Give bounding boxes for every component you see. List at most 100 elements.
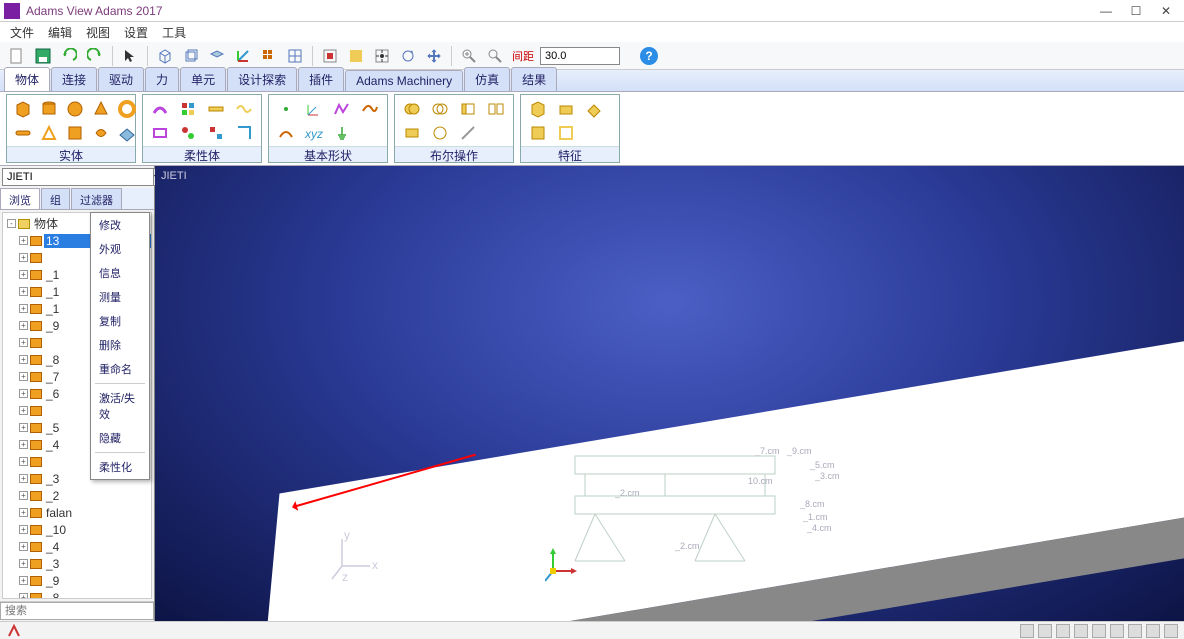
cm-measure[interactable]: 测量 xyxy=(91,285,149,309)
cm-delete[interactable]: 删除 xyxy=(91,333,149,357)
expand-icon[interactable]: + xyxy=(19,440,28,449)
rotate-icon[interactable] xyxy=(397,45,419,67)
feat2-icon[interactable] xyxy=(555,98,577,120)
menu-settings[interactable]: 设置 xyxy=(118,23,154,42)
menu-file[interactable]: 文件 xyxy=(4,23,40,42)
expand-icon[interactable]: + xyxy=(19,389,28,398)
select-icon[interactable] xyxy=(119,45,141,67)
prism-icon[interactable] xyxy=(39,122,59,144)
flex1-icon[interactable] xyxy=(149,98,171,120)
fit-icon[interactable] xyxy=(319,45,341,67)
chain-icon[interactable] xyxy=(457,122,479,144)
expand-icon[interactable]: + xyxy=(19,253,28,262)
sphere-icon[interactable] xyxy=(65,98,85,120)
close-button[interactable]: ✕ xyxy=(1160,5,1172,17)
tab-connectors[interactable]: 连接 xyxy=(51,67,97,91)
save-icon[interactable] xyxy=(32,45,54,67)
feat5-icon[interactable] xyxy=(555,122,577,144)
new-icon[interactable] xyxy=(6,45,28,67)
feat3-icon[interactable] xyxy=(583,98,605,120)
polyline-icon[interactable] xyxy=(331,98,353,120)
cm-rename[interactable]: 重命名 xyxy=(91,357,149,381)
expand-icon[interactable]: + xyxy=(19,406,28,415)
center-icon[interactable] xyxy=(371,45,393,67)
expand-icon[interactable]: + xyxy=(19,338,28,347)
intersect-icon[interactable] xyxy=(429,98,451,120)
tab-filters[interactable]: 过滤器 xyxy=(71,188,122,209)
status-icon[interactable] xyxy=(1038,624,1052,638)
help-icon[interactable]: ? xyxy=(640,47,658,65)
tab-motions[interactable]: 驱动 xyxy=(98,67,144,91)
cm-activate[interactable]: 激活/失效 xyxy=(91,386,149,426)
status-icon[interactable] xyxy=(1110,624,1124,638)
cm-hide[interactable]: 隐藏 xyxy=(91,426,149,450)
cm-appearance[interactable]: 外观 xyxy=(91,237,149,261)
minimize-button[interactable]: — xyxy=(1100,5,1112,17)
flex8-icon[interactable] xyxy=(233,122,255,144)
expand-icon[interactable]: + xyxy=(19,457,28,466)
cube2-icon[interactable] xyxy=(180,45,202,67)
status-icon[interactable] xyxy=(1074,624,1088,638)
expand-icon[interactable]: + xyxy=(19,287,28,296)
tree-item[interactable]: +falan xyxy=(3,504,151,521)
expand-icon[interactable]: - xyxy=(7,219,16,228)
render-icon[interactable] xyxy=(345,45,367,67)
status-icon[interactable] xyxy=(1056,624,1070,638)
cube3-icon[interactable] xyxy=(206,45,228,67)
tab-forces[interactable]: 力 xyxy=(145,67,179,91)
zoom-icon[interactable] xyxy=(484,45,506,67)
status-icon[interactable] xyxy=(1092,624,1106,638)
status-icon[interactable] xyxy=(1164,624,1178,638)
revolve-icon[interactable] xyxy=(91,122,111,144)
status-icon[interactable] xyxy=(1020,624,1034,638)
expand-icon[interactable]: + xyxy=(19,321,28,330)
cm-flexible[interactable]: 柔性化 xyxy=(91,455,149,479)
merge-icon[interactable] xyxy=(401,122,423,144)
tab-design[interactable]: 设计探索 xyxy=(227,67,297,91)
tab-simulation[interactable]: 仿真 xyxy=(464,67,510,91)
spline-icon[interactable] xyxy=(359,98,381,120)
expand-icon[interactable]: + xyxy=(19,508,28,517)
link-icon[interactable] xyxy=(13,122,33,144)
wireframe-icon[interactable] xyxy=(284,45,306,67)
model-name-input[interactable] xyxy=(2,168,154,186)
status-icon[interactable] xyxy=(1146,624,1160,638)
tab-browse[interactable]: 浏览 xyxy=(0,188,40,209)
flex6-icon[interactable] xyxy=(177,122,199,144)
tab-machinery[interactable]: Adams Machinery xyxy=(345,70,463,91)
xyz-icon[interactable]: xyz xyxy=(303,122,325,144)
expand-icon[interactable]: + xyxy=(19,270,28,279)
cut-icon[interactable] xyxy=(429,122,451,144)
plate-icon[interactable] xyxy=(117,122,137,144)
subtract-icon[interactable] xyxy=(457,98,479,120)
flex4-icon[interactable] xyxy=(233,98,255,120)
expand-icon[interactable]: + xyxy=(19,542,28,551)
expand-icon[interactable]: + xyxy=(19,355,28,364)
zoom-in-icon[interactable] xyxy=(458,45,480,67)
maximize-button[interactable]: ☐ xyxy=(1130,5,1142,17)
distance-input[interactable] xyxy=(540,47,620,65)
marker-icon[interactable] xyxy=(303,98,325,120)
feat4-icon[interactable] xyxy=(527,122,549,144)
tab-groups[interactable]: 组 xyxy=(41,188,70,209)
expand-icon[interactable]: + xyxy=(19,474,28,483)
cm-copy[interactable]: 复制 xyxy=(91,309,149,333)
flex2-icon[interactable] xyxy=(177,98,199,120)
tree-item[interactable]: +_10 xyxy=(3,521,151,538)
tree-item[interactable]: +_8 xyxy=(3,589,151,599)
cone-icon[interactable] xyxy=(91,98,111,120)
union-icon[interactable] xyxy=(401,98,423,120)
menu-tools[interactable]: 工具 xyxy=(156,23,192,42)
expand-icon[interactable]: + xyxy=(19,593,28,599)
pan-icon[interactable] xyxy=(423,45,445,67)
torus-icon[interactable] xyxy=(117,98,137,120)
expand-icon[interactable]: + xyxy=(19,559,28,568)
feat1-icon[interactable] xyxy=(527,98,549,120)
search-input[interactable] xyxy=(0,602,154,620)
ground-icon[interactable] xyxy=(331,122,353,144)
expand-icon[interactable]: + xyxy=(19,525,28,534)
status-icon[interactable] xyxy=(1128,624,1142,638)
viewport[interactable]: JIETI xyxy=(155,166,1184,621)
tab-elements[interactable]: 单元 xyxy=(180,67,226,91)
arc-icon[interactable] xyxy=(275,122,297,144)
